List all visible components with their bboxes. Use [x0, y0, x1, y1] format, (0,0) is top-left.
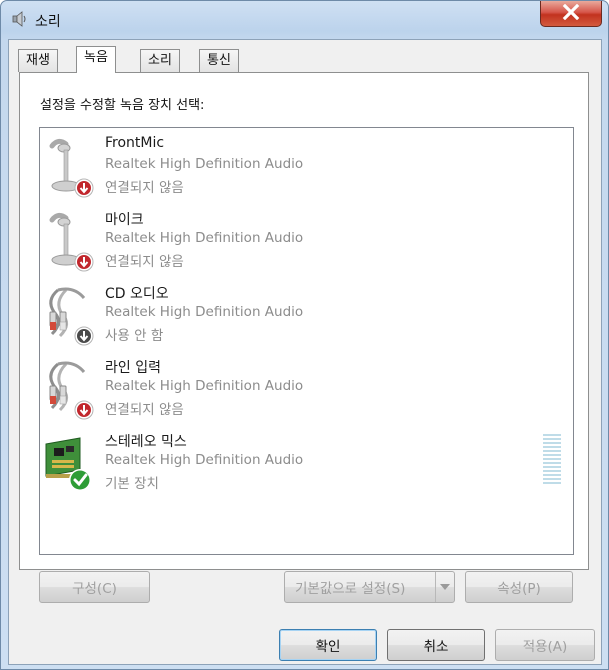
device-description: Realtek High Definition Audio [105, 452, 304, 468]
instruction-label: 설정을 수정할 녹음 장치 선택: [40, 98, 205, 113]
level-meter [543, 434, 561, 486]
close-button[interactable] [540, 1, 602, 27]
device-item[interactable]: 스테레오 믹스 Realtek High Definition Audio 기본… [40, 426, 573, 500]
device-description: Realtek High Definition Audio [105, 230, 304, 246]
window-title: 소리 [35, 14, 61, 30]
sound-card-icon [44, 430, 100, 494]
recording-tab-panel: 설정을 수정할 녹음 장치 선택: FrontMic Realtek High … [19, 72, 589, 570]
device-state: 연결되지 않음 [105, 180, 184, 196]
microphone-icon [44, 208, 100, 272]
device-description: Realtek High Definition Audio [105, 304, 304, 320]
properties-button[interactable]: 속성(P) [465, 571, 573, 603]
device-item[interactable]: 마이크 Realtek High Definition Audio 연결되지 않… [40, 204, 573, 278]
device-item[interactable]: CD 오디오 Realtek High Definition Audio 사용 … [40, 278, 573, 352]
tab-sounds[interactable]: 소리 [140, 49, 180, 72]
tab-recording[interactable]: 녹음 [76, 46, 116, 73]
tab-playback[interactable]: 재생 [18, 49, 58, 72]
device-state: 연결되지 않음 [105, 254, 184, 270]
device-item[interactable]: FrontMic Realtek High Definition Audio 연… [40, 130, 573, 204]
set-default-button[interactable]: 기본값으로 설정(S) [284, 571, 455, 603]
speaker-icon [11, 10, 29, 28]
device-description: Realtek High Definition Audio [105, 378, 304, 394]
sound-dialog-window: 소리 재생 녹음 소리 통신 설정을 수정할 녹음 장치 선택: FrontMi… [0, 0, 609, 670]
apply-button[interactable]: 적용(A) [495, 629, 595, 661]
rca-cable-icon [44, 282, 100, 346]
rca-cable-icon [44, 356, 100, 420]
device-name: 마이크 [105, 212, 144, 228]
close-icon [561, 3, 581, 24]
device-state: 기본 장치 [105, 476, 159, 492]
device-name: FrontMic [105, 135, 165, 151]
ok-button[interactable]: 확인 [279, 629, 377, 661]
set-default-label: 기본값으로 설정(S) [295, 581, 406, 597]
device-description: Realtek High Definition Audio [105, 156, 304, 172]
dialog-client-area: 재생 녹음 소리 통신 설정을 수정할 녹음 장치 선택: FrontMic R… [8, 39, 602, 665]
cancel-button[interactable]: 취소 [387, 629, 485, 661]
recording-device-list[interactable]: FrontMic Realtek High Definition Audio 연… [39, 127, 574, 555]
device-state: 연결되지 않음 [105, 402, 184, 418]
device-state: 사용 안 함 [105, 328, 164, 344]
device-name: 스테레오 믹스 [105, 434, 187, 450]
title-bar[interactable]: 소리 [1, 1, 608, 39]
microphone-icon [44, 134, 100, 198]
tab-communications[interactable]: 통신 [199, 49, 239, 72]
chevron-down-icon[interactable] [435, 572, 454, 602]
device-name: CD 오디오 [105, 286, 169, 302]
device-item[interactable]: 라인 입력 Realtek High Definition Audio 연결되지… [40, 352, 573, 426]
device-name: 라인 입력 [105, 360, 161, 376]
configure-button[interactable]: 구성(C) [39, 571, 150, 603]
